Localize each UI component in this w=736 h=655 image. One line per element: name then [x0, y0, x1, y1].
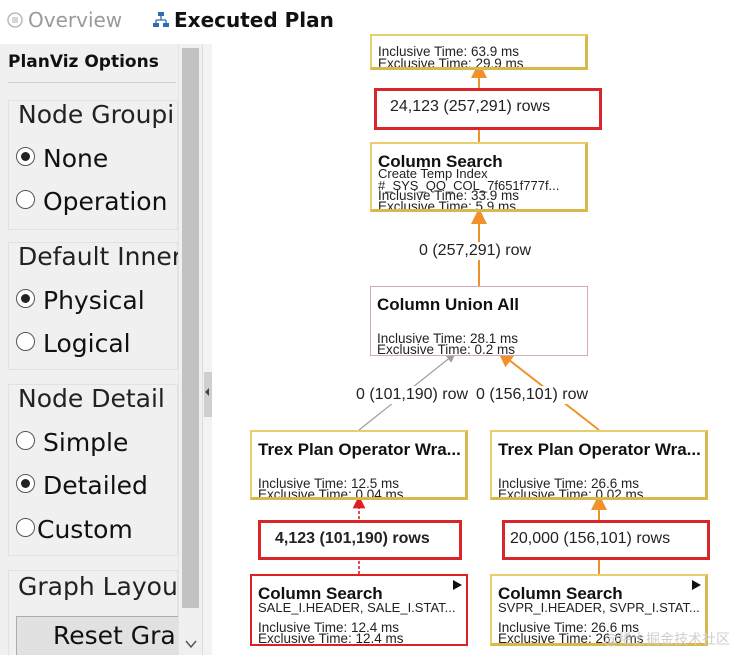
radio-operation[interactable]: Operation: [16, 187, 167, 216]
exclusive-time: Exclusive Time: 0.04 ms: [258, 487, 404, 500]
exclusive-time: Exclusive Time: 5.9 ms: [378, 199, 517, 212]
radio-detailed-label: Detailed: [43, 471, 148, 500]
node-title: Trex Plan Operator Wra...: [258, 440, 461, 459]
exclusive-time: Exclusive Time: 0.2 ms: [377, 342, 516, 356]
radio-none[interactable]: None: [16, 144, 108, 173]
node-title: Column Union All: [377, 295, 519, 314]
divider: [8, 82, 176, 83]
exclusive-time: Exclusive Time: 12.4 ms: [258, 631, 404, 646]
edge-label-rows: 0 (257,291) row: [417, 242, 534, 260]
radio-detailed[interactable]: Detailed: [16, 471, 148, 500]
plan-node-trex-left[interactable]: Trex Plan Operator Wra... Inclusive Time…: [250, 430, 468, 500]
plan-graph-canvas[interactable]: Inclusive Time: 63.9 ms Exclusive Time: …: [212, 34, 736, 655]
edge-label-rows: 0 (156,101) row: [476, 386, 589, 404]
radio-none-label: None: [43, 144, 109, 173]
radio-selected-icon: [16, 147, 35, 166]
edge-label-rows: 0 (101,190) row: [356, 386, 469, 404]
radio-physical[interactable]: Physical: [16, 286, 145, 315]
plan-node-trex-right[interactable]: Trex Plan Operator Wra... Inclusive Time…: [490, 430, 708, 500]
planviz-options-panel: PlanViz Options Node Groupi None Operati…: [0, 44, 203, 655]
node-detail: SVPR_I.HEADER, SVPR_I.STAT...: [498, 600, 700, 615]
reset-graph-button[interactable]: Reset Grap: [16, 616, 186, 655]
overview-icon: [7, 12, 23, 28]
plan-node-column-search-left[interactable]: Column Search SALE_I.HEADER, SALE_I.STAT…: [250, 574, 468, 646]
radio-simple-label: Simple: [43, 428, 129, 457]
radio-physical-label: Physical: [43, 286, 145, 315]
tab-executed-plan[interactable]: Executed Plan: [152, 8, 334, 32]
tab-bar: Overview Executed Plan: [0, 0, 736, 45]
radio-custom-label: Custom: [37, 515, 133, 544]
panel-title: PlanViz Options: [8, 52, 159, 72]
radio-selected-icon: [16, 474, 35, 493]
radio-logical[interactable]: Logical: [16, 329, 131, 358]
radio-logical-label: Logical: [43, 329, 131, 358]
sidebar-scrollbar[interactable]: [178, 44, 203, 655]
node-grouping-title: Node Groupi: [18, 100, 175, 129]
default-inner-title: Default Inner: [18, 242, 183, 271]
radio-simple[interactable]: Simple: [16, 428, 128, 457]
graph-layout-title: Graph Layout: [18, 572, 188, 601]
scrollbar-thumb[interactable]: [182, 48, 199, 608]
radio-unselected-icon: [16, 431, 35, 450]
edge-label-rows: 4,123 (101,190) rows: [275, 530, 430, 547]
plan-node-column-search[interactable]: Column Search Create Temp Index #_SYS_QO…: [370, 142, 588, 212]
node-detail-title: Node Detail: [18, 384, 165, 413]
radio-unselected-icon: [16, 332, 35, 351]
radio-selected-icon: [16, 289, 35, 308]
watermark: @稀土掘金技术社区: [604, 632, 730, 648]
node-title: Trex Plan Operator Wra...: [498, 440, 701, 459]
radio-unselected-icon: [16, 518, 35, 537]
tab-overview-label: Overview: [28, 8, 123, 32]
exclusive-time: Exclusive Time: 29.9 ms: [378, 56, 524, 70]
radio-operation-label: Operation: [43, 187, 168, 216]
plan-tree-icon: [153, 12, 169, 27]
expand-icon[interactable]: [453, 580, 462, 590]
expand-icon[interactable]: [692, 580, 701, 590]
plan-node-top[interactable]: Inclusive Time: 63.9 ms Exclusive Time: …: [370, 34, 588, 70]
scroll-down-icon[interactable]: [185, 639, 197, 649]
collapse-left-icon[interactable]: [203, 387, 211, 397]
edge-label-rows: 24,123 (257,291) rows: [390, 98, 551, 115]
radio-custom[interactable]: Custom: [16, 515, 133, 544]
tab-overview[interactable]: Overview: [6, 8, 122, 32]
tab-executed-plan-label: Executed Plan: [174, 8, 334, 32]
radio-unselected-icon: [16, 190, 35, 209]
plan-node-union-all[interactable]: Column Union All Inclusive Time: 28.1 ms…: [370, 286, 588, 356]
node-detail: SALE_I.HEADER, SALE_I.STAT...: [258, 600, 456, 615]
exclusive-time: Exclusive Time: 0.02 ms: [498, 487, 644, 500]
edge-label-rows: 20,000 (156,101) rows: [510, 530, 671, 547]
